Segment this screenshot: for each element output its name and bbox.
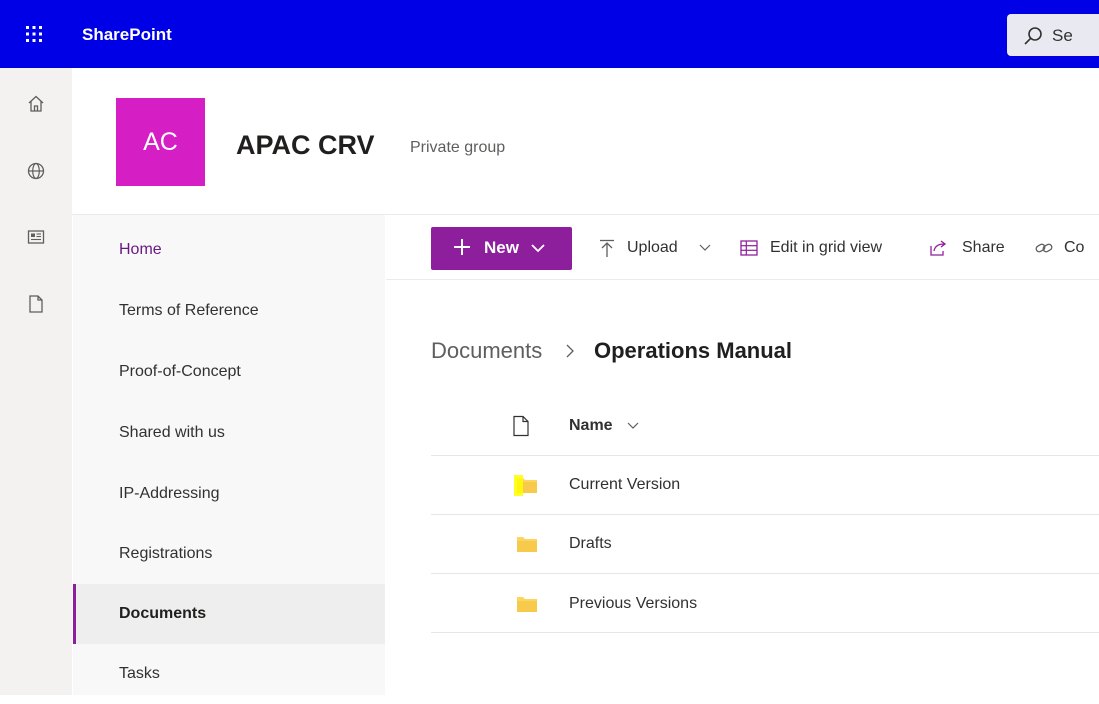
- app-brand[interactable]: SharePoint: [82, 23, 172, 47]
- row-divider: [431, 455, 1099, 456]
- list-item[interactable]: Previous Versions: [569, 593, 697, 615]
- nav-item-ip-addressing[interactable]: IP-Addressing: [73, 464, 385, 524]
- folder-icon[interactable]: [513, 533, 541, 555]
- file-icon[interactable]: [25, 293, 47, 315]
- nav-item-label: Registrations: [119, 545, 213, 562]
- nav-item-label: IP-Addressing: [119, 485, 220, 502]
- nav-item-label: Tasks: [119, 665, 160, 682]
- active-indicator: [73, 584, 76, 644]
- search-icon[interactable]: [1022, 25, 1044, 47]
- nav-item-label: Home: [119, 241, 162, 258]
- folder-icon[interactable]: [513, 474, 541, 496]
- nav-item-tasks[interactable]: Tasks: [73, 644, 385, 704]
- folder-icon[interactable]: [513, 593, 541, 615]
- site-logo-initials: AC: [143, 128, 178, 156]
- site-privacy-label: Private group: [410, 139, 506, 156]
- edit-in-grid-view-button[interactable]: Edit in grid view: [770, 237, 882, 259]
- commandbar-divider: [386, 279, 1099, 280]
- chevron-down-icon: [531, 244, 545, 253]
- search-placeholder: Se: [1052, 26, 1073, 45]
- nav-item-label: Shared with us: [119, 424, 225, 441]
- nav-item-shared-with-us[interactable]: Shared with us: [73, 403, 385, 463]
- news-icon[interactable]: [25, 226, 47, 248]
- new-button-label: New: [484, 238, 519, 257]
- waffle-icon[interactable]: [22, 22, 46, 46]
- plus-icon: [454, 239, 470, 255]
- nav-item-label: Documents: [119, 605, 207, 622]
- nav-item-documents[interactable]: Documents: [73, 584, 385, 644]
- row-divider: [431, 514, 1099, 515]
- chevron-right-icon: [566, 344, 574, 358]
- home-icon[interactable]: [25, 93, 47, 115]
- list-item[interactable]: Drafts: [569, 533, 612, 555]
- nav-item-home[interactable]: Home: [73, 220, 385, 280]
- breadcrumb-current: Operations Manual: [594, 338, 793, 363]
- copy-link-button[interactable]: Co: [1064, 237, 1084, 259]
- site-logo[interactable]: AC: [116, 98, 205, 186]
- grid-icon[interactable]: [739, 238, 759, 258]
- row-divider: [431, 632, 1099, 633]
- upload-button[interactable]: Upload: [627, 237, 678, 259]
- site-navigation: Home Terms of Reference Proof-of-Concept…: [73, 215, 385, 695]
- link-icon[interactable]: [1034, 238, 1054, 258]
- nav-item-proof-of-concept[interactable]: Proof-of-Concept: [73, 342, 385, 402]
- share-button[interactable]: Share: [962, 237, 1005, 259]
- share-icon[interactable]: [928, 238, 948, 258]
- list-item[interactable]: Current Version: [569, 474, 680, 496]
- upload-icon[interactable]: [597, 238, 617, 258]
- nav-item-label: Terms of Reference: [119, 302, 259, 319]
- column-header-name[interactable]: Name: [569, 415, 613, 437]
- row-divider: [431, 573, 1099, 574]
- chevron-down-icon[interactable]: [626, 420, 640, 432]
- nav-item-registrations[interactable]: Registrations: [73, 524, 385, 584]
- nav-item-terms-of-reference[interactable]: Terms of Reference: [73, 281, 385, 341]
- chevron-down-icon[interactable]: [698, 242, 712, 254]
- site-title[interactable]: APAC CRV: [236, 128, 375, 162]
- file-type-icon[interactable]: [512, 415, 530, 437]
- nav-item-label: Proof-of-Concept: [119, 363, 241, 380]
- breadcrumb-root[interactable]: Documents: [431, 337, 542, 365]
- globe-icon[interactable]: [25, 160, 47, 182]
